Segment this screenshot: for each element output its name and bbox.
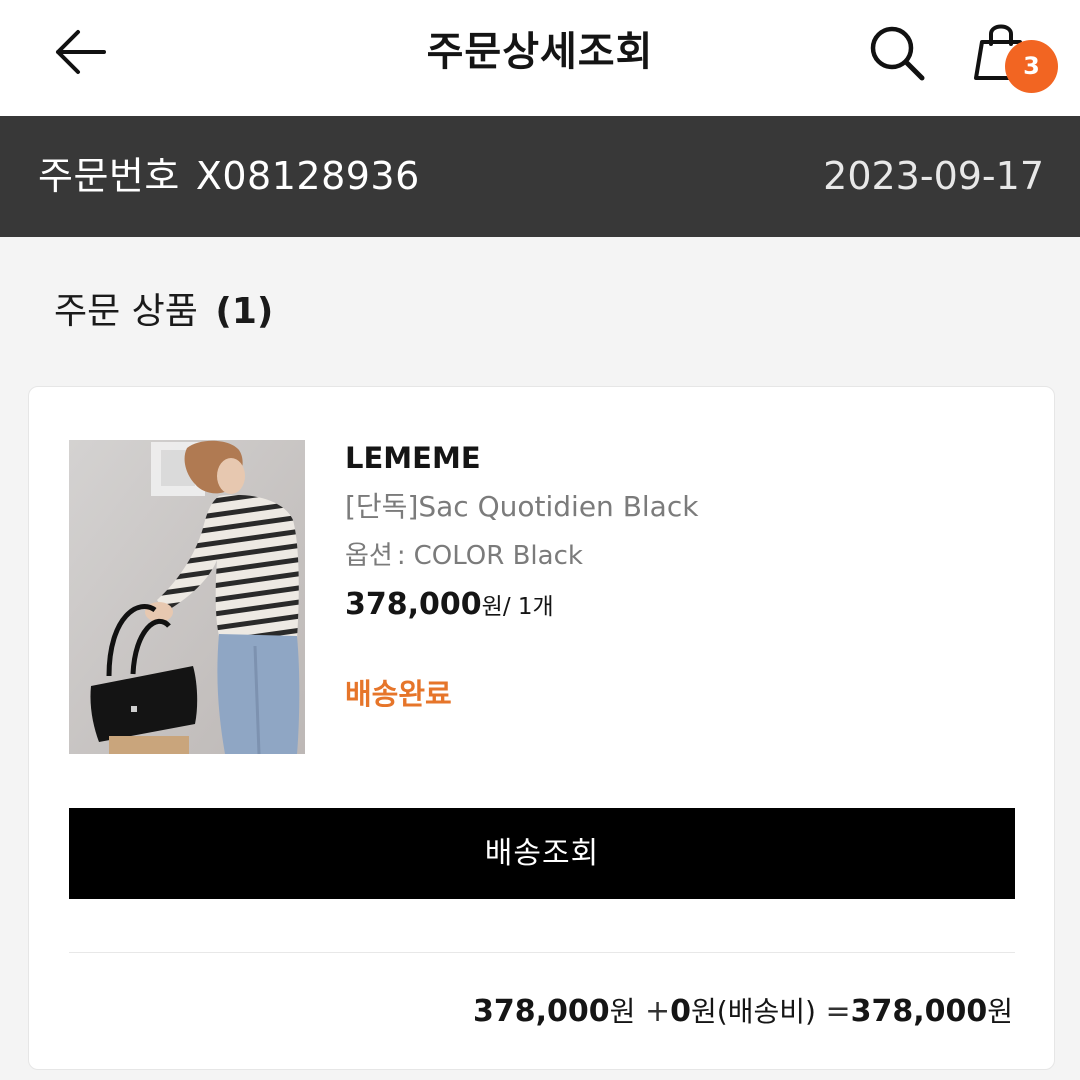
product-info: LEMEME [단독]Sac Quotidien Black 옵션: COLOR …	[345, 437, 698, 715]
product-brand[interactable]: LEMEME	[345, 437, 698, 479]
product-amount-unit: 원	[609, 995, 636, 1028]
total-amount-unit: 원	[987, 995, 1013, 1028]
payment-summary: 378,000원 +0원(배송비) =378,000원	[473, 987, 1013, 1037]
product-quantity: / 1개	[502, 594, 554, 620]
shipping-amount-unit: 원	[691, 995, 717, 1028]
equals-sign: =	[825, 994, 851, 1029]
total-amount: 378,000	[850, 994, 988, 1029]
order-number-value: X08128936	[195, 154, 420, 198]
order-info-bar: 주문번호 X08128936 2023-09-17	[0, 116, 1080, 237]
price-amount: 378,000	[345, 587, 482, 622]
section-title: 주문 상품 (1)	[54, 282, 273, 342]
cart-count-badge: 3	[1005, 40, 1058, 93]
section-title-text: 주문 상품	[54, 291, 198, 332]
delivery-status: 배송완료	[345, 677, 452, 711]
option-value: COLOR Black	[413, 541, 583, 571]
search-icon	[870, 26, 925, 81]
product-price: 378,000원/ 1개	[345, 584, 698, 626]
order-number: 주문번호 X08128936	[38, 116, 420, 237]
section-item-count: (1)	[215, 291, 274, 332]
track-delivery-button[interactable]: 배송조회	[69, 808, 1015, 899]
product-option: 옵션: COLOR Black	[345, 536, 698, 576]
shipping-label: (배송비)	[716, 995, 816, 1028]
shipping-amount: 0	[670, 994, 691, 1029]
shipping-prefix: +	[644, 994, 671, 1029]
option-separator: :	[396, 541, 406, 571]
search-button[interactable]	[864, 22, 930, 84]
order-number-label: 주문번호	[38, 154, 180, 198]
product-name[interactable]: [단독]Sac Quotidien Black	[345, 487, 698, 527]
option-label: 옵션	[345, 541, 393, 571]
divider	[69, 952, 1015, 953]
product-amount: 378,000	[473, 994, 610, 1029]
order-date: 2023-09-17	[823, 154, 1044, 198]
product-image[interactable]	[69, 440, 305, 754]
price-unit: 원	[481, 594, 503, 620]
app-bar: 주문상세조회 3	[0, 0, 1080, 116]
order-item-card: LEMEME [단독]Sac Quotidien Black 옵션: COLOR …	[28, 386, 1055, 1070]
